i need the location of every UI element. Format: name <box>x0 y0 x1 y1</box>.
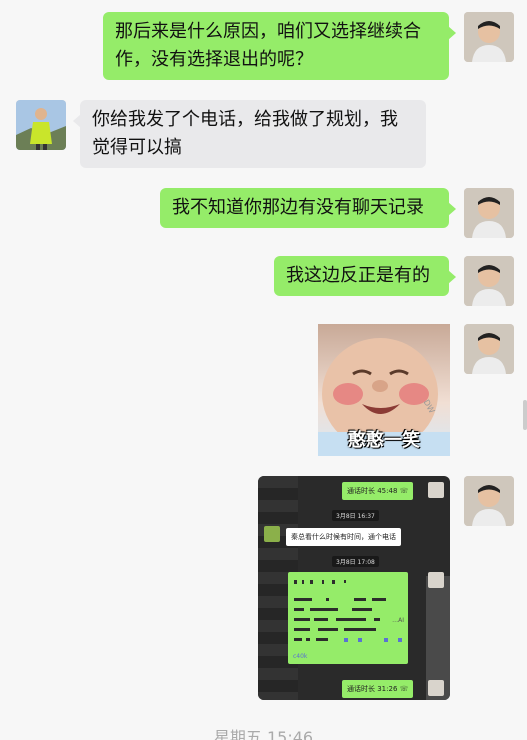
call-duration-bubble: 通话时长 45:48 ☏ <box>342 482 414 500</box>
redacted-message-bubble: …AI c40k <box>288 572 408 664</box>
redacted-suffix-text: …AI <box>392 617 404 624</box>
question-bubble: 秦总看什么时候有时间，通个电话 <box>286 528 401 546</box>
mini-date: 3月8日 16:37 <box>332 510 379 521</box>
person-avatar-image <box>464 476 514 526</box>
person-avatar-image <box>464 12 514 62</box>
message-text: 那后来是什么原因，咱们又选择继续合作，没有选择退出的呢？ <box>115 21 421 70</box>
call-duration-bubble: 通话时长 31:26 ☏ <box>342 680 414 698</box>
sent-message-bubble[interactable]: 我这边反正是有的 <box>274 256 456 296</box>
message-text: 我不知道你那边有没有聊天记录 <box>172 197 424 218</box>
chat-window: 那后来是什么原因，咱们又选择继续合作，没有选择退出的呢？ 你给我发了个电话，给我… <box>0 0 527 740</box>
mini-self-avatar <box>428 482 444 498</box>
person-outdoor-avatar-image <box>16 100 66 150</box>
received-message-bubble[interactable]: 你给我发了个电话，给我做了规划，我觉得可以搞 <box>73 100 426 168</box>
contact-avatar[interactable] <box>16 100 66 150</box>
sent-message-bubble[interactable]: 我不知道你那边有没有聊天记录 <box>160 188 456 228</box>
scrollbar[interactable] <box>523 400 527 430</box>
baby-laughing-sticker[interactable]: 憨憨一笑 DW <box>318 324 450 456</box>
self-avatar[interactable] <box>464 476 514 526</box>
self-avatar[interactable] <box>464 188 514 238</box>
self-avatar[interactable] <box>464 12 514 62</box>
person-avatar-image <box>464 324 514 374</box>
mini-date: 3月8日 17:08 <box>332 556 379 567</box>
timestamp-divider: 星期五 15:46 <box>213 728 314 740</box>
person-avatar-image <box>464 188 514 238</box>
self-avatar[interactable] <box>464 256 514 306</box>
call-duration-text: 通话时长 45:48 <box>347 487 398 495</box>
screenshot-content: 通话时长 45:48 ☏ 3月8日 16:37 秦总看什么时候有时间，通个电话 … <box>258 476 450 700</box>
mini-contact-avatar <box>264 526 280 542</box>
message-text: 你给我发了个电话，给我做了规划，我觉得可以搞 <box>92 109 398 158</box>
message-text: 我这边反正是有的 <box>286 265 430 286</box>
redacted-tail-text: c40k <box>293 653 308 660</box>
phone-icon: ☏ <box>399 487 409 495</box>
call-duration-text: 通话时长 31:26 <box>347 685 398 693</box>
self-avatar[interactable] <box>464 324 514 374</box>
phone-icon: ☏ <box>399 685 409 693</box>
sent-message-bubble[interactable]: 那后来是什么原因，咱们又选择继续合作，没有选择退出的呢？ <box>103 12 456 80</box>
mini-self-avatar <box>428 680 444 696</box>
person-avatar-image <box>464 256 514 306</box>
chat-screenshot-image[interactable]: 通话时长 45:48 ☏ 3月8日 16:37 秦总看什么时候有时间，通个电话 … <box>258 476 450 700</box>
sticker-caption: 憨憨一笑 <box>348 430 420 451</box>
mini-self-avatar <box>428 572 444 588</box>
